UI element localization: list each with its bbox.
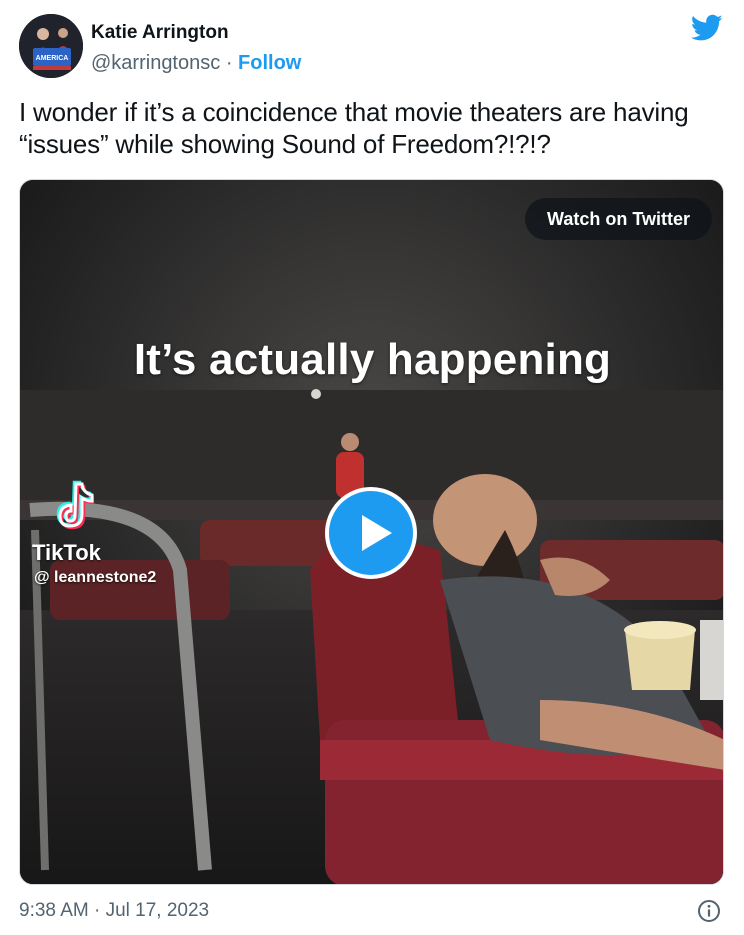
info-icon[interactable] [697,899,721,923]
play-button[interactable] [325,487,417,579]
twitter-bird-icon[interactable] [691,14,723,42]
tiktok-brand: TikTok [32,540,101,565]
author-line: @karringtonsc · Follow [91,52,301,74]
tiktok-logo-icon [56,480,94,530]
video-caption-overlay: It’s actually happening [133,335,612,384]
handle-separator: · [225,52,233,74]
watch-on-twitter-button[interactable]: Watch on Twitter [525,198,712,240]
author-name[interactable]: Katie Arrington [91,22,301,44]
play-icon [362,515,392,551]
tweet-text: I wonder if it’s a coincidence that movi… [19,97,689,159]
tweet-footer: 9:38 AM · Jul 17, 2023 [19,898,725,926]
tiktok-handle: @ leannestone2 [34,569,157,586]
tweet-header: AMERICA Katie Arrington @karringtonsc · … [19,14,725,80]
svg-text:AMERICA: AMERICA [36,55,69,62]
avatar[interactable]: AMERICA [19,14,83,78]
tweet-timestamp[interactable]: 9:38 AM · Jul 17, 2023 [19,900,209,921]
tweet-embed: AMERICA Katie Arrington @karringtonsc · … [0,0,744,935]
author-handle[interactable]: @karringtonsc [91,52,220,74]
author-block: Katie Arrington @karringtonsc · Follow [91,22,301,74]
follow-button[interactable]: Follow [238,52,301,74]
video-player[interactable]: Watch on Twitter It’s actually happening… [19,179,724,885]
avatar-image: AMERICA [19,14,83,78]
